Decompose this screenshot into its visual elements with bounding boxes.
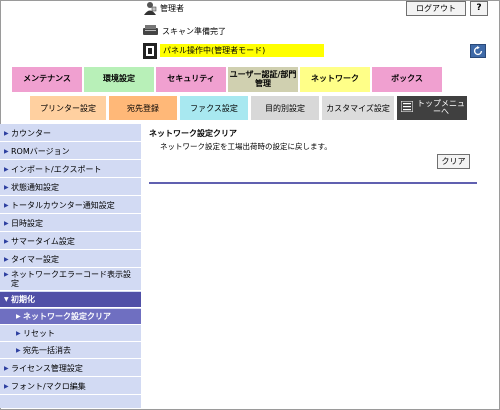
sidebar-item-label: カウンター: [11, 128, 51, 138]
arrow-right-icon: ▶: [4, 255, 9, 263]
clear-button[interactable]: クリア: [437, 154, 470, 169]
tab-fax-settings[interactable]: ファクス設定: [180, 96, 248, 120]
arrow-right-icon: ▶: [4, 382, 9, 390]
arrow-right-icon: ▶: [16, 347, 21, 354]
sidebar-item-initialize[interactable]: ▼ 初期化: [0, 292, 141, 308]
scanner-icon: [143, 25, 158, 35]
sidebar-item-status-notification[interactable]: ▶ 状態通知設定: [0, 179, 141, 196]
tab-printer-settings[interactable]: プリンター設定: [30, 96, 106, 120]
arrow-right-icon: ▶: [4, 271, 9, 278]
tab-top-menu[interactable]: トップメニューへ: [397, 96, 467, 120]
refresh-button[interactable]: [470, 44, 486, 58]
sidebar-item-network-error-code[interactable]: ▶ ネットワークエラーコード表示設定: [0, 269, 141, 291]
arrow-right-icon: ▶: [4, 201, 9, 209]
sidebar-item-total-counter-notification[interactable]: ▶ トータルカウンター通知設定: [0, 197, 141, 214]
sidebar-item-label: 初期化: [11, 295, 35, 304]
help-button[interactable]: ?: [470, 1, 488, 16]
tab-user-auth[interactable]: ユーザー認証/部門管理: [228, 67, 298, 92]
sidebar-item-bulk-delete-destinations[interactable]: ▶ 宛先一括消去: [0, 343, 141, 359]
sidebar-item-label: トータルカウンター通知設定: [11, 200, 115, 210]
arrow-right-icon: ▶: [4, 147, 9, 155]
arrow-right-icon: ▶: [4, 364, 9, 372]
arrow-right-icon: ▶: [16, 330, 21, 337]
sidebar-item-label: インポート/エクスポート: [11, 164, 102, 174]
tab-maintenance[interactable]: メンテナンス: [12, 67, 82, 92]
tab-destination-registration[interactable]: 宛先登録: [109, 96, 177, 120]
arrow-right-icon: ▶: [4, 183, 9, 191]
sidebar-item-label: タイマー設定: [11, 254, 59, 264]
sidebar-item-label: フォント/マクロ編集: [11, 381, 86, 391]
sidebar-item-counter[interactable]: ▶ カウンター: [0, 125, 141, 142]
arrow-right-icon: ▶: [4, 165, 9, 173]
sidebar-item-datetime[interactable]: ▶ 日時設定: [0, 215, 141, 232]
sidebar-item-label: 宛先一括消去: [23, 346, 71, 355]
sidebar-item-label: サマータイム設定: [11, 236, 75, 246]
tab-purpose-settings[interactable]: 目的別設定: [251, 96, 319, 120]
arrow-right-icon: ▶: [4, 237, 9, 245]
tab-network[interactable]: ネットワーク: [300, 67, 370, 92]
content-divider: [149, 182, 477, 184]
tab-customize-settings[interactable]: カスタマイズ設定: [322, 96, 394, 120]
sidebar-item-font-macro-edit[interactable]: ▶ フォント/マクロ編集: [0, 378, 141, 395]
sidebar-item-import-export[interactable]: ▶ インポート/エクスポート: [0, 161, 141, 178]
admin-user-icon: [144, 2, 157, 15]
arrow-right-icon: ▶: [4, 129, 9, 137]
user-label: 管理者: [160, 4, 184, 13]
arrow-down-icon: ▼: [4, 296, 9, 303]
tab-security[interactable]: セキュリティ: [156, 67, 226, 92]
sidebar-item-label: 状態通知設定: [11, 182, 59, 192]
sidebar-item-license-management[interactable]: ▶ ライセンス管理設定: [0, 360, 141, 377]
sidebar-item-label: ネットワークエラーコード表示設定: [11, 270, 131, 288]
arrow-right-icon: ▶: [16, 313, 21, 320]
logout-button[interactable]: ログアウト: [406, 1, 466, 16]
sidebar-item-label: 日時設定: [11, 218, 43, 228]
arrow-right-icon: ▶: [4, 219, 9, 227]
sidebar-item-label: リセット: [23, 329, 55, 338]
panel-operation-icon: [143, 43, 157, 59]
sidebar-item-rom-version[interactable]: ▶ ROMバージョン: [0, 143, 141, 160]
page-title: ネットワーク設定クリア: [149, 129, 237, 138]
sidebar-item-label: ネットワーク設定クリア: [23, 312, 111, 321]
tab-environment[interactable]: 環境設定: [84, 67, 154, 92]
sidebar-item-reset[interactable]: ▶ リセット: [0, 326, 141, 342]
scan-status: スキャン準備完了: [162, 27, 226, 36]
page-description: ネットワーク設定を工場出荷時の設定に戻します。: [160, 142, 332, 151]
tab-box[interactable]: ボックス: [372, 67, 442, 92]
top-menu-label: トップメニューへ: [417, 98, 465, 116]
sidebar-item-label: ROMバージョン: [11, 146, 70, 156]
sidebar-item-label: ライセンス管理設定: [11, 363, 83, 373]
sidebar-item-network-settings-clear[interactable]: ▶ ネットワーク設定クリア: [0, 309, 141, 325]
top-menu-icon: [401, 101, 413, 112]
sidebar-item-summer-time[interactable]: ▶ サマータイム設定: [0, 233, 141, 250]
panel-status-bar: パネル操作中(管理者モード): [160, 44, 324, 57]
sidebar-item-timer[interactable]: ▶ タイマー設定: [0, 251, 141, 268]
